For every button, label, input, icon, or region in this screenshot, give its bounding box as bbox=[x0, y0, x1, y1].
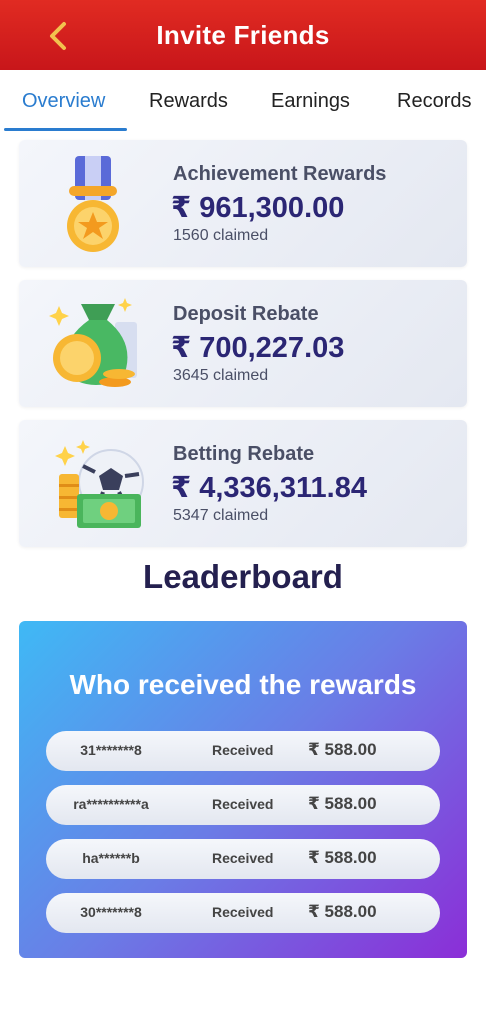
reward-status: Received bbox=[212, 742, 274, 758]
reward-amount: ₹ 588.00 bbox=[308, 902, 377, 921]
deposit-rebate-card[interactable]: Deposit Rebate ₹ 700,227.03 3645 claimed bbox=[19, 280, 467, 407]
header-bar: Invite Friends bbox=[0, 0, 486, 70]
card-amount: ₹ 700,227.03 bbox=[171, 332, 345, 364]
card-claimed-count: 1560 claimed bbox=[173, 227, 269, 244]
reward-username: 31*******8 bbox=[80, 742, 142, 758]
reward-username: 30*******8 bbox=[80, 904, 142, 920]
active-tab-indicator bbox=[4, 128, 127, 131]
tab-rewards[interactable]: Rewards bbox=[149, 90, 228, 113]
rewards-panel-title: Who received the rewards bbox=[69, 669, 417, 700]
tab-overview[interactable]: Overview bbox=[22, 90, 105, 113]
reward-row: 30*******8 Received ₹ 588.00 bbox=[46, 893, 440, 933]
tab-records[interactable]: Records bbox=[397, 90, 471, 113]
chevron-left-icon bbox=[50, 22, 66, 50]
soccer-ball-cash-icon bbox=[55, 440, 144, 528]
card-claimed-count: 3645 claimed bbox=[173, 367, 269, 384]
reward-amount: ₹ 588.00 bbox=[308, 848, 377, 867]
tab-earnings[interactable]: Earnings bbox=[271, 90, 350, 113]
tab-bar: Overview Rewards Earnings Records bbox=[0, 70, 486, 134]
reward-row: ra**********a Received ₹ 588.00 bbox=[46, 785, 440, 825]
achievement-rewards-card[interactable]: Achievement Rewards ₹ 961,300.00 1560 cl… bbox=[19, 140, 467, 267]
reward-status: Received bbox=[212, 850, 274, 866]
card-claimed-count: 5347 claimed bbox=[173, 507, 269, 524]
reward-row: ha******b Received ₹ 588.00 bbox=[46, 839, 440, 879]
reward-status: Received bbox=[212, 904, 274, 920]
card-title: Betting Rebate bbox=[173, 443, 315, 465]
reward-username: ra**********a bbox=[73, 796, 149, 812]
reward-row: 31*******8 Received ₹ 588.00 bbox=[46, 731, 440, 771]
rewards-panel: Who received the rewards 31*******8 Rece… bbox=[19, 621, 467, 958]
reward-amount: ₹ 588.00 bbox=[308, 740, 377, 759]
page-title: Invite Friends bbox=[156, 19, 330, 50]
card-title: Deposit Rebate bbox=[173, 303, 319, 325]
reward-username: ha******b bbox=[82, 850, 140, 866]
reward-status: Received bbox=[212, 796, 274, 812]
medal-icon bbox=[67, 156, 119, 252]
reward-amount: ₹ 588.00 bbox=[308, 794, 377, 813]
card-amount: ₹ 4,336,311.84 bbox=[171, 472, 367, 504]
betting-rebate-card[interactable]: Betting Rebate ₹ 4,336,311.84 5347 claim… bbox=[19, 420, 467, 547]
back-button[interactable] bbox=[38, 16, 78, 56]
card-title: Achievement Rewards bbox=[173, 163, 387, 185]
money-bag-icon bbox=[49, 298, 137, 387]
leaderboard-heading: Leaderboard bbox=[143, 558, 343, 595]
card-amount: ₹ 961,300.00 bbox=[171, 192, 345, 224]
